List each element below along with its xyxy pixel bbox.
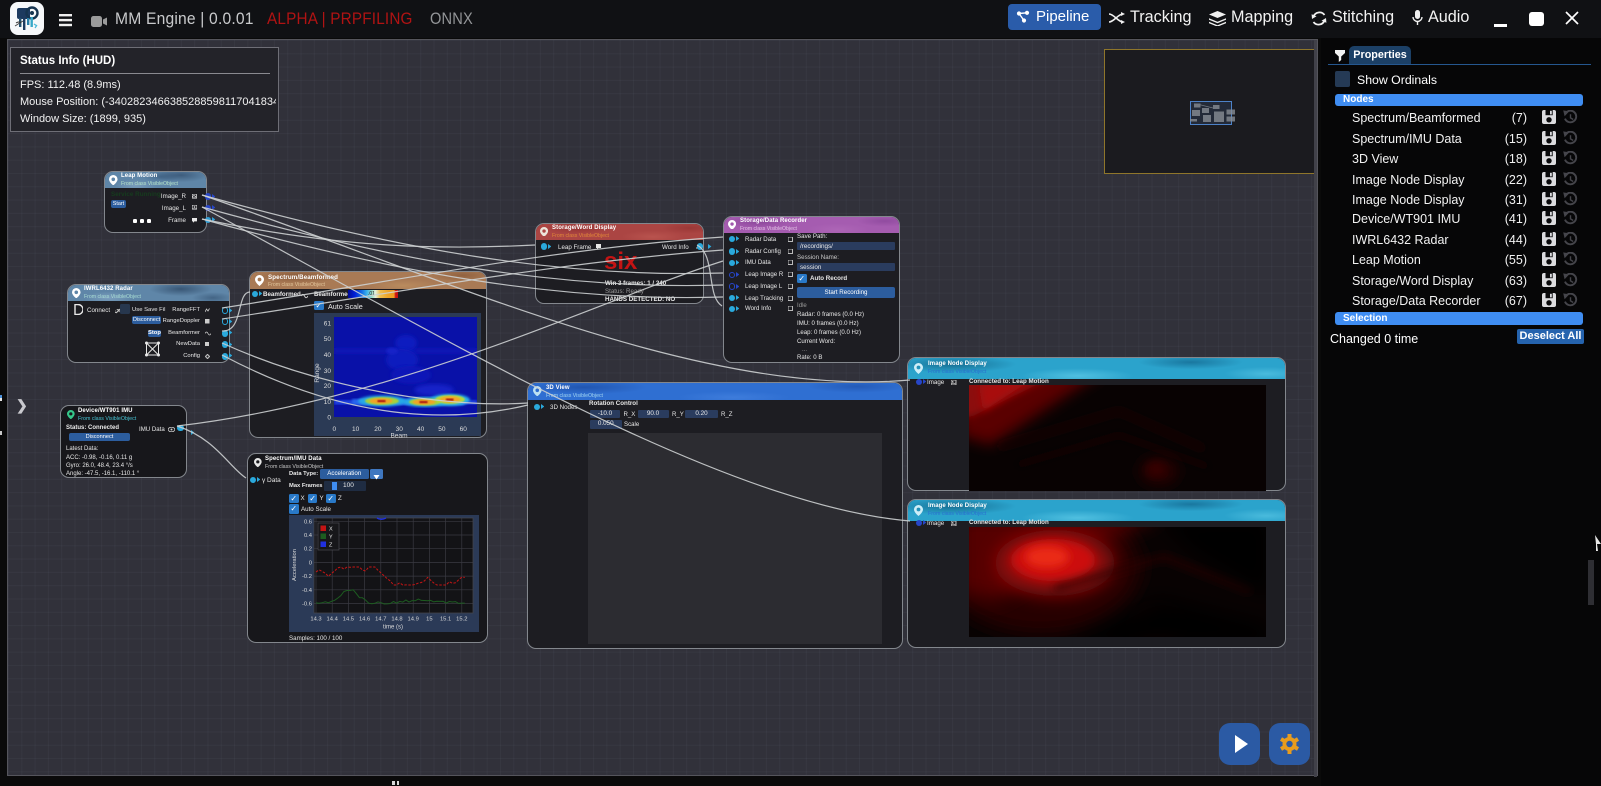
svg-text:0.2: 0.2 bbox=[304, 547, 312, 553]
svg-text:40: 40 bbox=[417, 426, 425, 433]
svg-text:14.5: 14.5 bbox=[342, 617, 353, 623]
svg-text:-0.6: -0.6 bbox=[302, 602, 312, 608]
svg-text:10: 10 bbox=[324, 399, 332, 406]
svg-text:14.8: 14.8 bbox=[391, 617, 402, 623]
svg-text:61: 61 bbox=[324, 321, 332, 328]
svg-text:X: X bbox=[329, 527, 333, 533]
svg-text:-0.4: -0.4 bbox=[302, 588, 313, 594]
svg-text:14.9: 14.9 bbox=[407, 617, 418, 623]
svg-text:-0.2: -0.2 bbox=[302, 574, 312, 580]
svg-text:Range: Range bbox=[314, 363, 321, 383]
svg-text:40: 40 bbox=[324, 352, 332, 359]
svg-text:20: 20 bbox=[374, 426, 382, 433]
svg-text:14.3: 14.3 bbox=[310, 617, 321, 623]
svg-text:Y: Y bbox=[329, 535, 333, 541]
svg-text:14.4: 14.4 bbox=[326, 617, 338, 623]
svg-text:30: 30 bbox=[324, 368, 332, 375]
svg-text:Acceleration: Acceleration bbox=[292, 549, 298, 581]
svg-text:15.1: 15.1 bbox=[440, 617, 451, 623]
svg-text:50: 50 bbox=[438, 426, 446, 433]
svg-text:15.2: 15.2 bbox=[456, 617, 467, 623]
svg-text:60: 60 bbox=[460, 426, 468, 433]
svg-text:Beam: Beam bbox=[391, 433, 408, 439]
svg-text:50: 50 bbox=[324, 336, 332, 343]
svg-text:0: 0 bbox=[327, 415, 331, 422]
svg-text:0: 0 bbox=[308, 560, 311, 566]
svg-text:0.6: 0.6 bbox=[304, 519, 312, 525]
svg-text:15: 15 bbox=[426, 617, 432, 623]
svg-text:0: 0 bbox=[332, 426, 336, 433]
svg-text:14.6: 14.6 bbox=[359, 617, 370, 623]
svg-text:20: 20 bbox=[324, 383, 332, 390]
svg-text:0.4: 0.4 bbox=[304, 533, 313, 539]
svg-text:14.7: 14.7 bbox=[375, 617, 386, 623]
svg-text:time (s): time (s) bbox=[383, 625, 403, 631]
svg-text:10: 10 bbox=[352, 426, 360, 433]
